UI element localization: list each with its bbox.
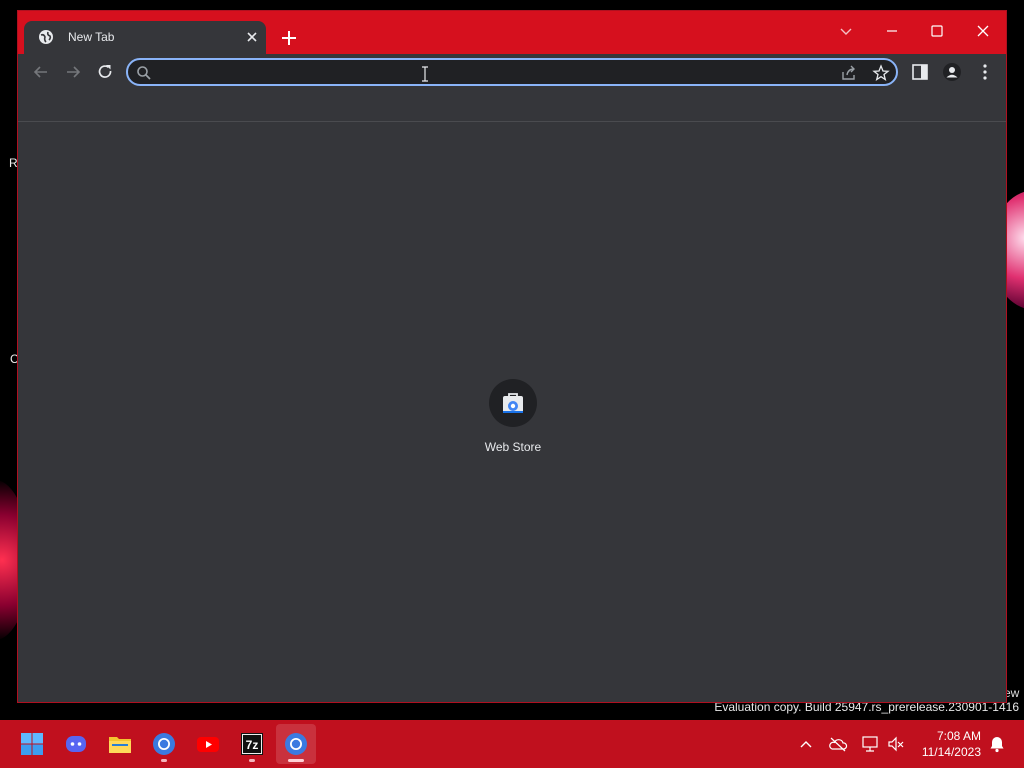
taskbar-youtube[interactable]: [188, 724, 228, 764]
address-input[interactable]: [160, 62, 824, 84]
chevron-up-icon[interactable]: [796, 734, 816, 754]
start-button[interactable]: [12, 724, 52, 764]
running-indicator: [249, 759, 255, 762]
new-tab-button[interactable]: [278, 27, 300, 49]
start-icon: [21, 733, 43, 755]
shortcut-label: Web Store: [484, 440, 542, 454]
side-panel-icon[interactable]: [910, 62, 930, 82]
7zip-label: 7z: [246, 738, 259, 752]
shortcut-tile: [489, 379, 537, 427]
shortcut-web-store[interactable]: Web Store: [473, 377, 553, 467]
browser-window: New Tab Web Store: [17, 10, 1007, 703]
text-cursor-icon: [422, 66, 428, 82]
title-bar: New Tab: [18, 11, 1006, 54]
address-bar[interactable]: [126, 58, 898, 86]
network-icon[interactable]: [860, 734, 880, 754]
tab-search-icon[interactable]: [832, 17, 860, 45]
7zip-icon: 7z: [241, 733, 263, 755]
toolbar: [18, 54, 1006, 90]
tab-title: New Tab: [68, 30, 115, 44]
volume-muted-icon[interactable]: [886, 734, 906, 754]
taskbar-chrome[interactable]: [144, 724, 184, 764]
chrome-icon: [153, 733, 175, 755]
notification-bell-icon[interactable]: [987, 734, 1007, 754]
new-tab-page: Web Store: [18, 122, 1006, 702]
youtube-icon: [197, 737, 219, 752]
taskbar-7zip[interactable]: 7z: [232, 724, 272, 764]
maximize-button[interactable]: [923, 17, 951, 45]
chrome-icon: [285, 733, 307, 755]
system-clock[interactable]: 7:08 AM 11/14/2023: [905, 728, 981, 760]
running-indicator: [161, 759, 167, 762]
discord-icon: [66, 736, 86, 752]
close-window-button[interactable]: [969, 17, 997, 45]
taskbar-discord[interactable]: [56, 724, 96, 764]
taskbar-chrome-active[interactable]: [276, 724, 316, 764]
reload-button[interactable]: [95, 62, 115, 82]
clock-time: 7:08 AM: [936, 729, 981, 743]
minimize-button[interactable]: [878, 17, 906, 45]
tab-new-tab[interactable]: New Tab: [24, 21, 266, 54]
file-explorer-icon: [109, 737, 131, 753]
forward-button[interactable]: [63, 62, 83, 82]
search-icon: [137, 66, 151, 80]
close-tab-icon[interactable]: [242, 27, 262, 47]
menu-icon[interactable]: [975, 62, 995, 82]
taskbar: 7z 7:08 AM 11/14/2023: [0, 720, 1024, 768]
taskbar-file-explorer[interactable]: [100, 724, 140, 764]
clock-date: 11/14/2023: [921, 745, 981, 759]
profile-avatar-icon[interactable]: [942, 62, 962, 82]
bookmark-star-icon[interactable]: [872, 64, 890, 82]
bookmarks-bar: [18, 90, 1006, 122]
share-icon[interactable]: [840, 64, 858, 82]
web-store-icon: [503, 393, 523, 413]
onedrive-offline-icon[interactable]: [828, 734, 848, 754]
active-indicator: [288, 759, 304, 762]
globe-icon: [39, 30, 53, 44]
back-button[interactable]: [31, 62, 51, 82]
